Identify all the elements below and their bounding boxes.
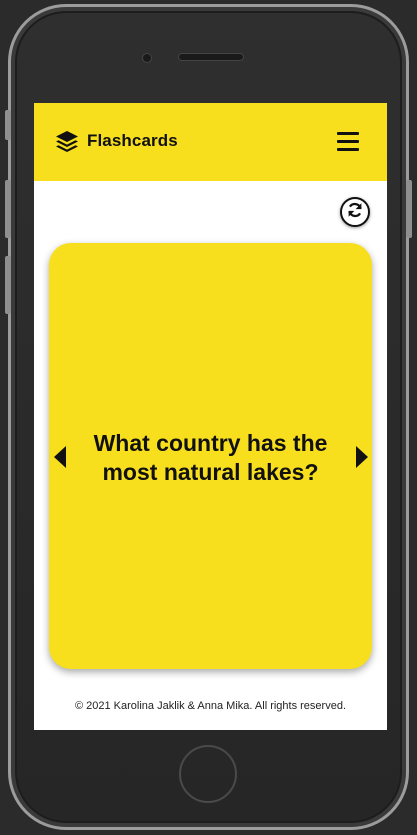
refresh-button[interactable] <box>340 197 370 227</box>
caret-right-icon <box>356 446 368 468</box>
card-question: What country has the most natural lakes? <box>93 430 328 485</box>
caret-left-icon <box>54 446 66 468</box>
refresh-icon <box>346 201 364 224</box>
earpiece-speaker <box>178 53 244 61</box>
layer-group-icon <box>55 129 79 153</box>
app-title: Flashcards <box>87 131 178 150</box>
volume-up-button <box>5 180 11 238</box>
hamburger-menu-icon[interactable] <box>337 132 359 151</box>
mute-switch <box>5 110 11 140</box>
power-button <box>406 180 412 238</box>
footer-copyright: © 2021 Karolina Jaklik & Anna Mika. All … <box>74 700 346 712</box>
next-card-button[interactable] <box>355 445 369 469</box>
brand[interactable]: Flashcards <box>55 129 178 153</box>
home-button[interactable] <box>179 745 237 803</box>
previous-card-button[interactable] <box>53 445 67 469</box>
app-screen: Flashcards What country has the most nat… <box>34 103 387 730</box>
app-header: Flashcards <box>34 103 387 181</box>
volume-down-button <box>5 256 11 314</box>
flashcard[interactable]: What country has the most natural lakes? <box>49 243 372 669</box>
front-camera <box>142 53 152 63</box>
